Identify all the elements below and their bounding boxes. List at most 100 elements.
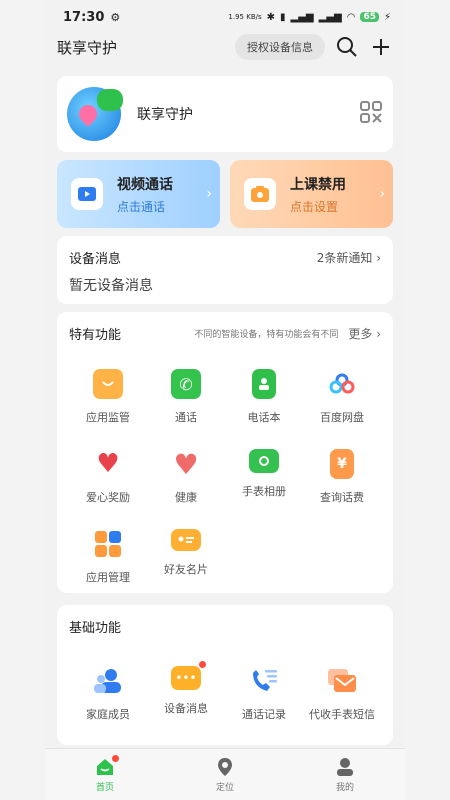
video-call-title: 视频通话 bbox=[117, 176, 173, 193]
tab-label: 首页 bbox=[95, 782, 114, 793]
grid-label: 好友名片 bbox=[164, 563, 208, 576]
call-log-icon bbox=[249, 666, 279, 696]
sms-icon bbox=[327, 666, 357, 696]
bluetooth-icon: ✱ bbox=[266, 11, 276, 23]
grid-label: 设备消息 bbox=[164, 702, 208, 715]
home-badge bbox=[112, 754, 119, 762]
chevron-right-icon: › bbox=[376, 251, 381, 265]
person-icon bbox=[335, 757, 355, 777]
grid-label: 电话本 bbox=[247, 411, 281, 424]
notification-count: 2条新通知 bbox=[316, 251, 373, 265]
signal-icon: ▂▄▆ bbox=[290, 11, 314, 23]
status-bar: 17:30 ⚙ 1.95 KB/s ✱ ▮ ▂▄▆ ▂▄▆ ◠ 65 ⚡ bbox=[45, 0, 405, 34]
more-label: 更多 bbox=[348, 327, 373, 341]
more-link[interactable]: 更多 › bbox=[348, 325, 381, 342]
grid-label: 应用监管 bbox=[86, 411, 130, 424]
new-badge bbox=[199, 661, 206, 668]
bottom-tab-bar: 首页 定位 我的 bbox=[45, 748, 405, 800]
grid-label: 手表相册 bbox=[242, 485, 286, 498]
wifi-icon: ◠ bbox=[346, 11, 356, 23]
health-heart-icon: ♥ bbox=[173, 447, 199, 481]
chevron-right-icon: › bbox=[206, 186, 212, 202]
message-icon: ••• bbox=[171, 661, 206, 690]
grid-item-love-reward[interactable]: ♥ 爱心奖励 bbox=[69, 449, 147, 505]
app-grid-icon bbox=[93, 529, 123, 559]
add-icon[interactable] bbox=[369, 35, 393, 59]
video-call-subtitle: 点击通话 bbox=[117, 199, 166, 214]
qr-code-icon[interactable] bbox=[359, 100, 383, 128]
status-left: 17:30 ⚙ bbox=[63, 10, 120, 25]
device-profile-card[interactable]: 联享守护 bbox=[57, 76, 393, 152]
grid-label: 健康 bbox=[175, 491, 197, 504]
grid-label: 代收手表短信 bbox=[309, 708, 375, 721]
family-icon bbox=[93, 666, 123, 696]
grid-label: 通话记录 bbox=[242, 708, 286, 721]
grid-item-app-supervision[interactable]: 应用监管 bbox=[69, 369, 147, 425]
net-speed: 1.95 KB/s bbox=[228, 13, 262, 21]
grid-item-watch-album[interactable]: 手表相册 bbox=[225, 449, 303, 505]
tab-label: 定位 bbox=[215, 782, 234, 793]
grid-label: 应用管理 bbox=[86, 571, 130, 584]
tab-mine[interactable]: 我的 bbox=[285, 749, 405, 800]
grid-label: 百度网盘 bbox=[320, 411, 364, 424]
cloud-icon bbox=[327, 369, 357, 399]
location-icon bbox=[215, 757, 235, 777]
search-icon[interactable] bbox=[335, 35, 359, 59]
grid-label: 通话 bbox=[175, 411, 197, 424]
page-title: 联享守护 bbox=[57, 38, 118, 57]
device-messages-card[interactable]: 设备消息 2条新通知 › 暂无设备消息 bbox=[57, 236, 393, 304]
grid-item-call-log[interactable]: 通话记录 bbox=[225, 666, 303, 722]
grid-item-device-messages[interactable]: ••• 设备消息 bbox=[147, 661, 225, 722]
top-bar: 联享守护 授权设备信息 bbox=[45, 34, 405, 60]
basic-features-grid: 家庭成员 ••• 设备消息 通话记录 代收手表短信 bbox=[69, 661, 381, 722]
vibrate-icon: ▮ bbox=[280, 11, 286, 23]
grid-label: 爱心奖励 bbox=[86, 491, 130, 504]
charging-icon: ⚡ bbox=[383, 11, 391, 23]
class-mode-text: 上课禁用 点击设置 bbox=[290, 174, 346, 215]
home-icon bbox=[95, 754, 119, 777]
top-actions: 授权设备信息 bbox=[235, 34, 393, 60]
heart-icon: ♥ bbox=[96, 449, 120, 479]
grid-item-health[interactable]: ♥ 健康 bbox=[147, 447, 225, 505]
grid-item-app-management[interactable]: 应用管理 bbox=[69, 529, 147, 585]
special-features-header: 特有功能 不同的智能设备，特有功能会有不同 更多 › bbox=[69, 324, 381, 343]
tab-location[interactable]: 定位 bbox=[165, 749, 285, 800]
grid-item-family-members[interactable]: 家庭成员 bbox=[69, 666, 147, 722]
quick-actions: 视频通话 点击通话 › 上课禁用 点击设置 › bbox=[57, 160, 393, 228]
special-features-title: 特有功能 bbox=[69, 328, 122, 343]
card-icon bbox=[171, 529, 201, 551]
bill-icon: ¥ bbox=[330, 449, 354, 479]
signal-icon-2: ▂▄▆ bbox=[318, 11, 342, 23]
settings-gear-icon: ⚙ bbox=[110, 10, 121, 24]
grid-item-phonebook[interactable]: 电话本 bbox=[225, 369, 303, 425]
authorize-device-button[interactable]: 授权设备信息 bbox=[235, 34, 325, 60]
status-time: 17:30 bbox=[63, 9, 105, 25]
device-messages-title: 设备消息 bbox=[69, 252, 122, 267]
grid-item-baidu-netdisk[interactable]: 百度网盘 bbox=[303, 369, 381, 425]
profile-left: 联享守护 bbox=[67, 87, 193, 141]
grid-item-watch-sms[interactable]: 代收手表短信 bbox=[303, 666, 381, 722]
device-messages-count[interactable]: 2条新通知 › bbox=[317, 249, 381, 266]
special-features-grid: 应用监管 ✆ 通话 电话本 百度网盘 ♥ 爱心奖励 ♥ 健康 手表相册 ¥ 查询… bbox=[69, 369, 381, 585]
app-page: 17:30 ⚙ 1.95 KB/s ✱ ▮ ▂▄▆ ▂▄▆ ◠ 65 ⚡ 联享守… bbox=[45, 0, 405, 800]
device-avatar bbox=[67, 87, 123, 141]
status-right: 1.95 KB/s ✱ ▮ ▂▄▆ ▂▄▆ ◠ 65 ⚡ bbox=[228, 12, 391, 23]
tab-home[interactable]: 首页 bbox=[45, 749, 165, 800]
basic-features-title: 基础功能 bbox=[69, 621, 122, 636]
class-mode-title: 上课禁用 bbox=[290, 176, 346, 193]
special-features-hint: 不同的智能设备，特有功能会有不同 bbox=[194, 330, 339, 340]
grid-item-friend-card[interactable]: 好友名片 bbox=[147, 529, 225, 585]
chat-bubble-icon bbox=[97, 89, 123, 111]
contacts-book-icon bbox=[252, 369, 276, 399]
video-call-card[interactable]: 视频通话 点击通话 › bbox=[57, 160, 220, 228]
bag-icon bbox=[93, 369, 123, 399]
grid-item-call[interactable]: ✆ 通话 bbox=[147, 369, 225, 425]
basic-features-card: 基础功能 家庭成员 ••• 设备消息 通话记录 代收手表短信 bbox=[57, 605, 393, 745]
chevron-right-icon: › bbox=[379, 186, 385, 202]
class-mode-card[interactable]: 上课禁用 点击设置 › bbox=[230, 160, 393, 228]
grid-item-query-bill[interactable]: ¥ 查询话费 bbox=[303, 449, 381, 505]
device-name: 联享守护 bbox=[137, 107, 193, 123]
class-mode-icon bbox=[244, 178, 276, 210]
video-call-text: 视频通话 点击通话 bbox=[117, 174, 173, 215]
grid-label: 查询话费 bbox=[320, 491, 364, 504]
